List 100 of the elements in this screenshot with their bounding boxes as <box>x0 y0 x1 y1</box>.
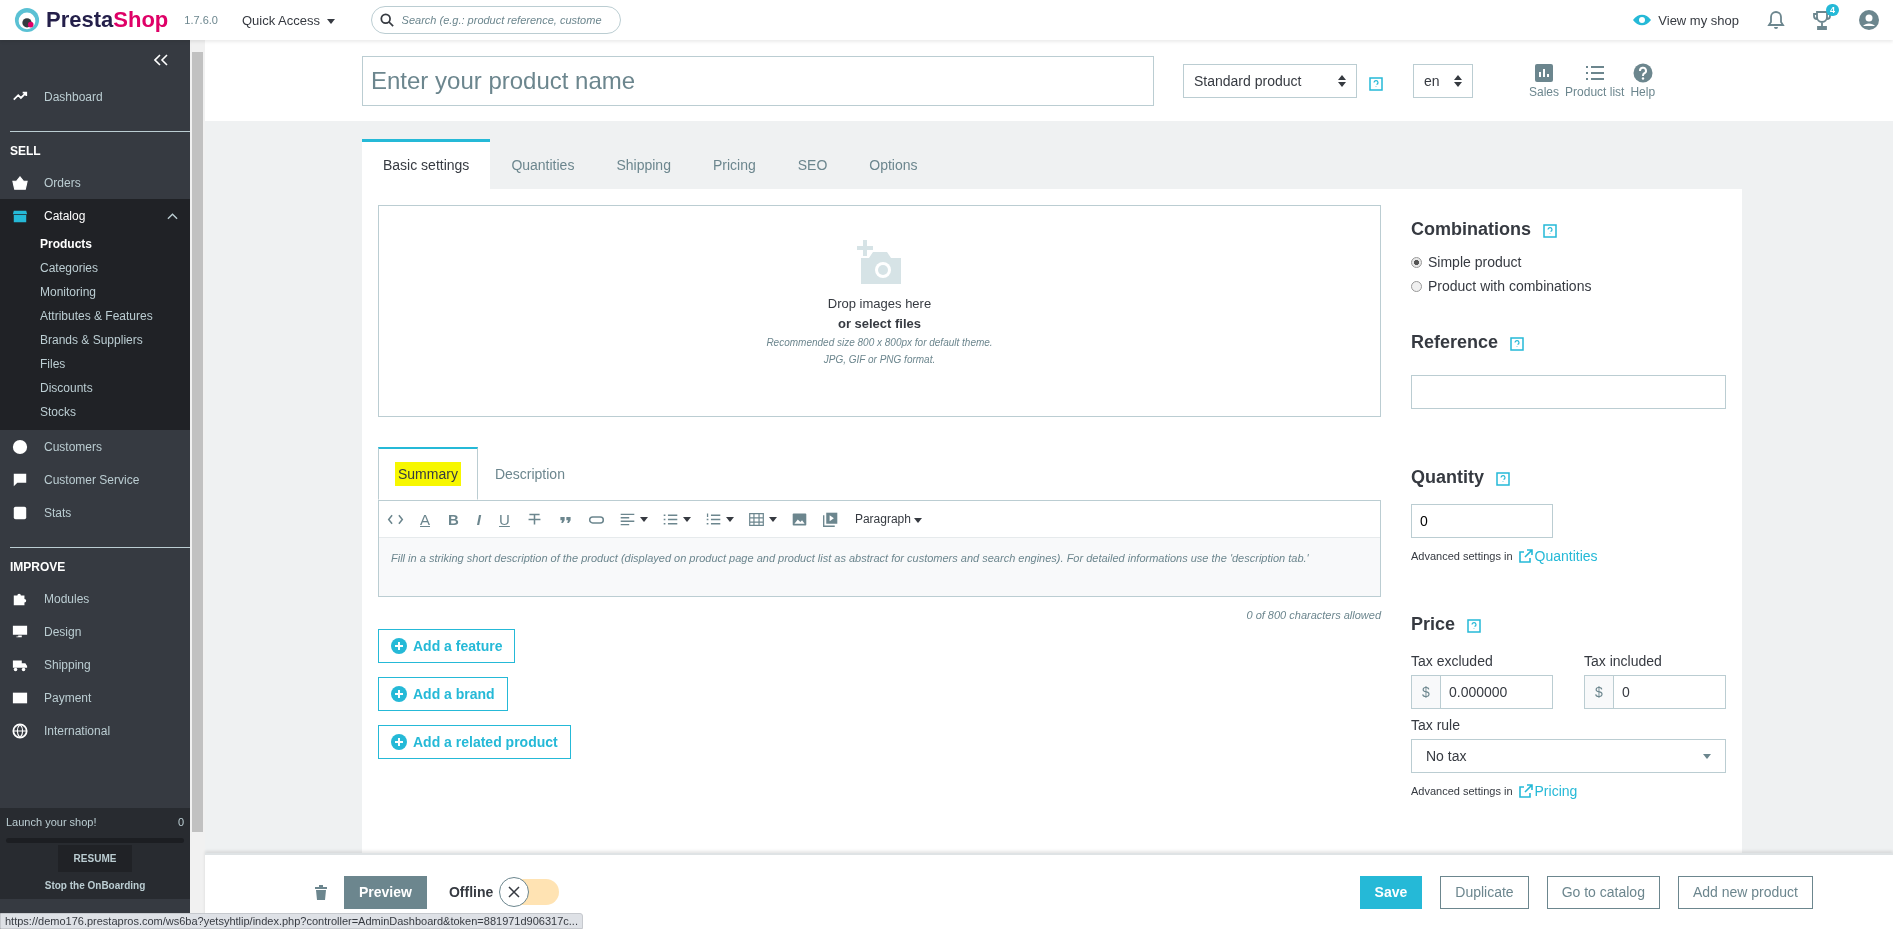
language-select[interactable]: en <box>1413 63 1473 98</box>
editor-tab[interactable]: Summary <box>378 447 478 500</box>
monitor-icon <box>12 623 28 640</box>
stop-onboarding-link[interactable]: Stop the OnBoarding <box>44 880 146 891</box>
tab[interactable]: Quantities <box>490 139 596 189</box>
price-field[interactable]: $ 0 <box>1584 675 1726 709</box>
price-field[interactable]: $ 0.000000 <box>1411 675 1553 709</box>
sidebar-subitem[interactable]: Products <box>0 232 190 256</box>
radio-option[interactable]: Product with combinations <box>1411 278 1592 294</box>
product-name-field[interactable]: Enter your product name <box>362 55 1154 106</box>
eye-icon <box>1632 14 1653 26</box>
field-label: Tax included <box>1584 653 1663 669</box>
close-icon <box>508 886 521 898</box>
editor-tab[interactable]: Description <box>477 447 582 500</box>
plus-icon <box>391 638 407 654</box>
caret-icon[interactable] <box>914 518 923 523</box>
footer-button[interactable]: Go to catalog <box>1546 875 1660 909</box>
online-toggle[interactable] <box>501 879 560 905</box>
view-shop-link[interactable]: View my shop <box>1632 12 1739 28</box>
external-link-icon <box>1518 784 1533 798</box>
radio-option[interactable]: Simple product <box>1411 254 1522 270</box>
sort-arrows-icon[interactable] <box>1454 74 1462 87</box>
trash-icon[interactable] <box>315 884 327 900</box>
caret-icon <box>1703 753 1711 759</box>
collapse-icon[interactable] <box>154 54 168 66</box>
plus-icon <box>391 686 407 702</box>
notification-badge: 4 <box>1826 4 1839 16</box>
sidebar-item[interactable]: Orders <box>0 166 190 199</box>
text-color-button[interactable]: A <box>418 510 432 528</box>
sidebar-item[interactable]: Design <box>0 615 190 648</box>
italic-button[interactable]: I <box>474 510 484 528</box>
bell-icon[interactable] <box>1767 10 1785 30</box>
chat-icon <box>12 471 28 488</box>
help-link[interactable]: Help <box>1630 62 1656 99</box>
sales-link[interactable]: Sales <box>1529 62 1560 99</box>
sidebar-subitem[interactable]: Categories <box>0 256 190 280</box>
sort-arrows-icon[interactable] <box>1338 74 1346 87</box>
underline-button[interactable]: U <box>497 510 512 528</box>
table-icon[interactable] <box>747 510 765 528</box>
sidebar-subitem[interactable]: Brands & Suppliers <box>0 328 190 352</box>
trophy-icon[interactable] <box>1813 10 1831 30</box>
help-icon[interactable] <box>1510 336 1525 351</box>
tax-rule-select[interactable]: No tax <box>1411 739 1726 773</box>
quick-access-menu[interactable]: Quick Access <box>237 8 339 32</box>
scrollbar-thumb[interactable] <box>192 52 203 832</box>
tab[interactable]: Shipping <box>595 139 692 189</box>
sidebar-item[interactable]: Payment <box>0 681 190 714</box>
tab[interactable]: Basic settings <box>362 139 491 189</box>
avatar-icon[interactable] <box>1859 10 1879 30</box>
basket-icon <box>12 174 28 191</box>
search-icon <box>379 13 394 27</box>
select-files-link[interactable]: or select files <box>837 316 922 331</box>
help-icon[interactable] <box>1467 618 1482 633</box>
field-label: Tax rule <box>1411 717 1461 733</box>
field-label: Tax excluded <box>1411 653 1494 669</box>
reference-field[interactable] <box>1411 375 1726 409</box>
preview-button[interactable]: Preview <box>344 875 427 909</box>
caret-icon[interactable] <box>725 516 734 522</box>
tab[interactable]: Pricing <box>691 139 777 189</box>
help-icon[interactable] <box>1543 223 1557 238</box>
caret-icon[interactable] <box>768 516 777 522</box>
sidebar-subitem[interactable]: Attributes & Features <box>0 304 190 328</box>
sidebar-item[interactable]: Stats <box>0 496 190 529</box>
caret-icon[interactable] <box>326 18 335 24</box>
sidebar-item[interactable]: Customer Service <box>0 463 190 496</box>
format-dropdown[interactable]: Paragraph <box>852 512 925 526</box>
quantity-field[interactable]: 0 <box>1411 504 1553 538</box>
caret-icon[interactable] <box>682 516 691 522</box>
sidebar-item[interactable]: Catalog <box>0 199 190 232</box>
sidebar-subitem[interactable]: Discounts <box>0 376 190 400</box>
dropzone-title: Drop images here <box>827 296 932 311</box>
video-icon[interactable] <box>821 510 839 528</box>
sidebar-subitem[interactable]: Stocks <box>0 400 190 424</box>
help-icon[interactable] <box>1496 471 1510 486</box>
sidebar-item[interactable]: Dashboard <box>0 80 190 113</box>
caret-icon[interactable] <box>639 516 648 522</box>
advanced-settings-label: Advanced settings in <box>1411 785 1513 797</box>
globe-icon <box>12 722 28 739</box>
sidebar-item[interactable]: Customers <box>0 430 190 463</box>
search-input[interactable]: Search (e.g.: product reference, custome <box>399 13 612 27</box>
footer-button[interactable]: Duplicate <box>1440 875 1529 909</box>
sidebar-item[interactable]: Modules <box>0 582 190 615</box>
help-icon[interactable] <box>1369 76 1383 91</box>
sidebar-subitem[interactable]: Monitoring <box>0 280 190 304</box>
bold-button[interactable]: B <box>446 510 461 528</box>
image-dropzone[interactable]: Drop images here or select files Recommended size 800 x 800px for default theme. JPG, GIF or PNG format. <box>378 205 1381 417</box>
product-type-select[interactable]: Standard product <box>1183 63 1357 98</box>
summary-placeholder: Fill in a striking short description of the product (displayed on product page and product list as abstract for customers and search engines). For detailed informations use the 'description tab.' <box>391 552 1309 564</box>
dropzone-hint: JPG, GIF or PNG format. <box>823 354 936 365</box>
logo-text: PrestaShop <box>46 7 169 33</box>
resume-button[interactable]: RESUME <box>57 845 133 872</box>
sidebar-subitem[interactable]: Files <box>0 352 190 376</box>
product-list-link[interactable]: Product list <box>1565 62 1625 99</box>
sidebar-item[interactable]: Shipping <box>0 648 190 681</box>
footer-button[interactable]: Add new product <box>1677 875 1813 909</box>
advanced-settings-label: Advanced settings in <box>1411 550 1513 562</box>
section-title: Price <box>1411 614 1456 635</box>
sidebar-item[interactable]: International <box>0 714 190 747</box>
section-title: Reference <box>1411 332 1499 353</box>
tab[interactable]: Options <box>848 139 939 189</box>
